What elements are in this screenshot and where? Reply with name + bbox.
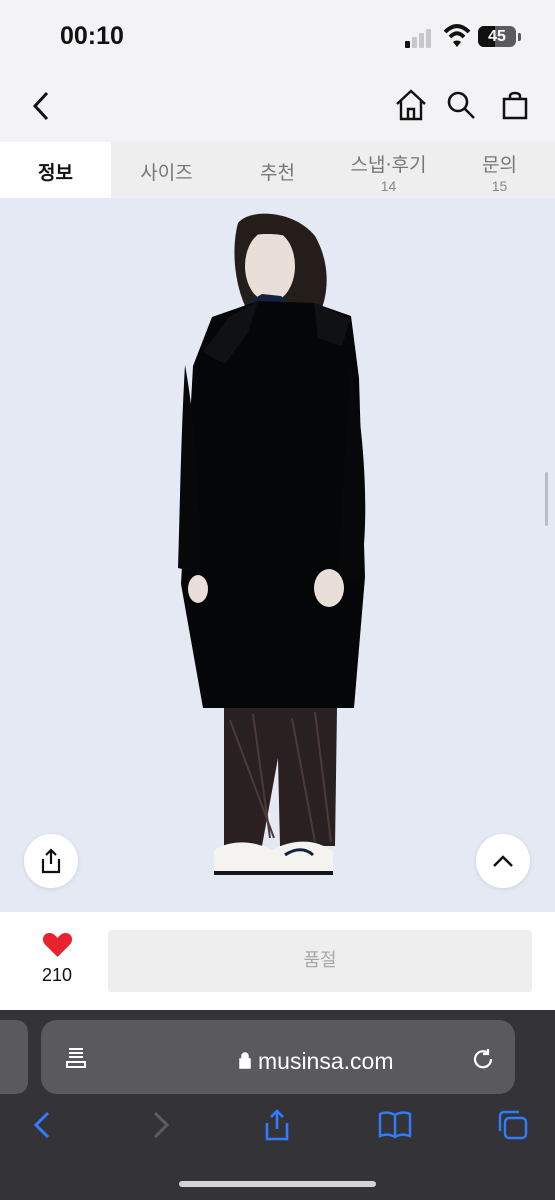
- status-bar: 00:10 45: [0, 0, 555, 72]
- snap-review-count: 14: [380, 178, 397, 194]
- tabs-icon: [498, 1110, 528, 1140]
- tab-inquiry-label: 문의: [482, 154, 517, 176]
- reload-icon[interactable]: [471, 1047, 495, 1071]
- tab-info[interactable]: 정보: [0, 142, 111, 198]
- chevron-left-icon: [32, 91, 49, 121]
- tab-info-label: 정보: [38, 162, 73, 184]
- chevron-left-icon: [33, 1111, 50, 1139]
- tab-size[interactable]: 사이즈: [111, 142, 222, 198]
- chevron-right-icon: [153, 1111, 170, 1139]
- shopping-bag-icon: [502, 91, 528, 120]
- app-header: 13: [0, 72, 555, 180]
- tabs-button[interactable]: [490, 1103, 534, 1147]
- scroll-top-button[interactable]: [476, 834, 530, 888]
- page-scroll-indicator: [545, 472, 548, 526]
- home-icon: [396, 89, 426, 121]
- wifi-icon: [443, 24, 471, 47]
- browser-share-button[interactable]: [255, 1103, 299, 1147]
- purchase-bar: 210 품절: [0, 912, 555, 1010]
- address-bar[interactable]: musinsa.com: [41, 1020, 515, 1094]
- battery-level: 45: [488, 27, 506, 45]
- tab-recommend[interactable]: 추천: [222, 142, 333, 198]
- browser-forward-button[interactable]: [139, 1103, 183, 1147]
- tab-inquiry[interactable]: 문의 15: [444, 142, 555, 198]
- tab-recommend-label: 추천: [260, 162, 295, 184]
- heart-icon: [42, 933, 72, 957]
- back-button[interactable]: [22, 86, 60, 126]
- product-photo[interactable]: [0, 198, 555, 912]
- tab-size-label: 사이즈: [140, 162, 193, 184]
- tab-snap-review-label: 스냅·후기: [350, 154, 427, 176]
- bookmarks-button[interactable]: [373, 1103, 417, 1147]
- share-button[interactable]: [24, 834, 78, 888]
- reader-mode-icon[interactable]: [65, 1046, 87, 1070]
- browser-back-button[interactable]: [20, 1103, 64, 1147]
- cart-button[interactable]: [494, 84, 536, 126]
- share-icon: [41, 848, 61, 874]
- home-button[interactable]: [390, 84, 432, 126]
- battery-icon: 45: [478, 26, 516, 47]
- product-tabs: 정보 사이즈 추천 스냅·후기 14 문의 15: [0, 142, 555, 198]
- home-indicator: [179, 1181, 376, 1187]
- previous-tab-preview[interactable]: [0, 1020, 28, 1094]
- like-button[interactable]: 210: [32, 931, 82, 986]
- sold-out-button[interactable]: 품절: [108, 930, 532, 992]
- safari-browser-toolbar: musinsa.com: [0, 1010, 555, 1200]
- chevron-up-icon: [493, 855, 513, 867]
- inquiry-count: 15: [491, 178, 508, 194]
- cellular-signal-icon: [405, 28, 435, 48]
- tab-snap-review[interactable]: 스냅·후기 14: [333, 142, 444, 198]
- search-icon: [447, 91, 475, 119]
- book-icon: [378, 1111, 412, 1139]
- share-icon: [265, 1109, 289, 1141]
- search-button[interactable]: [443, 84, 479, 126]
- url-text: musinsa.com: [258, 1048, 394, 1074]
- like-count: 210: [41, 965, 73, 985]
- lock-icon: [239, 1052, 251, 1069]
- battery-tip: [518, 33, 521, 41]
- product-image-area: [0, 198, 555, 912]
- status-time: 00:10: [60, 22, 124, 50]
